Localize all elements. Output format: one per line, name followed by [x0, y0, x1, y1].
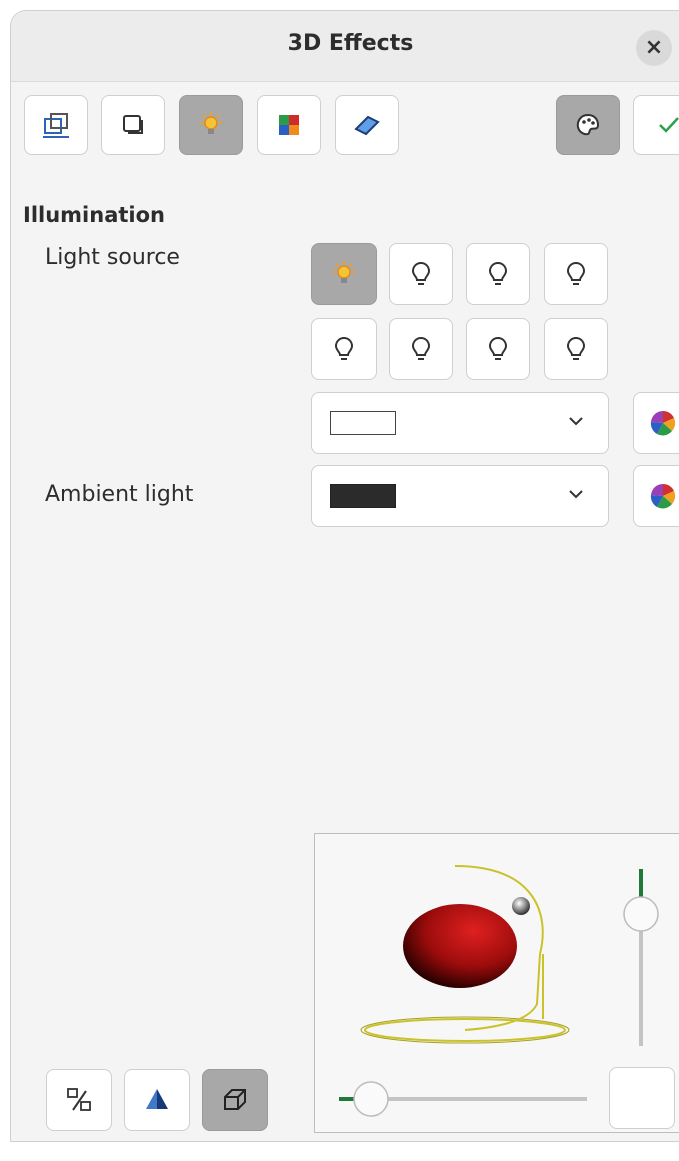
color-wheel-icon	[650, 483, 676, 509]
light-source-3-button[interactable]	[466, 243, 530, 305]
apply-button[interactable]	[633, 95, 679, 155]
convert-to-lathe-button[interactable]	[124, 1069, 190, 1131]
light-source-1-button[interactable]	[311, 243, 377, 305]
geometry-button[interactable]	[24, 95, 88, 155]
convert-3d-icon	[67, 1088, 91, 1111]
geometry-icon	[43, 113, 69, 138]
light-source-2-button[interactable]	[389, 243, 453, 305]
dialog-window: 3D Effects × Illumination Light source A…	[10, 10, 679, 1142]
assign-attributes-button[interactable]	[556, 95, 620, 155]
light-source-7-button[interactable]	[466, 318, 530, 380]
palette-icon	[576, 113, 600, 136]
vertical-rotation-slider-handle[interactable]	[623, 896, 659, 932]
ambient-light-color-dropdown[interactable]	[311, 465, 609, 527]
light-source-4-button[interactable]	[544, 243, 608, 305]
light-source-5-button[interactable]	[311, 318, 377, 380]
textures-icon	[279, 115, 299, 135]
dialog-title: 3D Effects	[287, 31, 414, 56]
lathe-icon	[146, 1089, 168, 1109]
horizontal-rotation-slider-handle[interactable]	[353, 1081, 389, 1117]
bulb-icon	[411, 336, 431, 360]
chevron-down-icon	[569, 417, 583, 426]
preview-toggle-button[interactable]	[609, 1067, 675, 1129]
textures-button[interactable]	[257, 95, 321, 155]
bulb-icon	[566, 336, 586, 360]
light-source-color-picker-button[interactable]	[633, 392, 679, 454]
light-source-label: Light source	[45, 245, 180, 270]
light-source-6-button[interactable]	[389, 318, 453, 380]
bulb-icon	[566, 261, 586, 285]
bulb-icon	[411, 261, 431, 285]
light-source-color-swatch	[330, 411, 396, 435]
perspective-icon	[224, 1089, 246, 1110]
preview-sphere	[403, 904, 517, 988]
ambient-light-color-picker-button[interactable]	[633, 465, 679, 527]
light-position-knob[interactable]	[512, 897, 530, 915]
shading-icon	[123, 115, 143, 134]
title-bar: 3D Effects ×	[11, 11, 679, 82]
close-button[interactable]: ×	[636, 30, 672, 66]
material-button[interactable]	[335, 95, 399, 155]
bulb-icon	[488, 336, 508, 360]
shading-button[interactable]	[101, 95, 165, 155]
chevron-down-icon	[569, 490, 583, 499]
ambient-light-color-swatch	[330, 484, 396, 508]
close-icon: ×	[644, 35, 664, 60]
bulb-icon	[488, 261, 508, 285]
perspective-button[interactable]	[202, 1069, 268, 1131]
ambient-light-label: Ambient light	[45, 482, 194, 507]
light-source-color-dropdown[interactable]	[311, 392, 609, 454]
illumination-icon	[200, 112, 222, 134]
checkmark-icon	[659, 117, 679, 133]
bulb-icon	[334, 336, 354, 360]
illumination-button[interactable]	[179, 95, 243, 155]
illumination-heading: Illumination	[23, 203, 165, 227]
light-on-icon	[333, 261, 355, 283]
convert-to-3d-button[interactable]	[46, 1069, 112, 1131]
light-preview-panel[interactable]	[314, 833, 679, 1133]
light-source-8-button[interactable]	[544, 318, 608, 380]
material-icon	[354, 115, 380, 136]
color-wheel-icon	[650, 410, 676, 436]
